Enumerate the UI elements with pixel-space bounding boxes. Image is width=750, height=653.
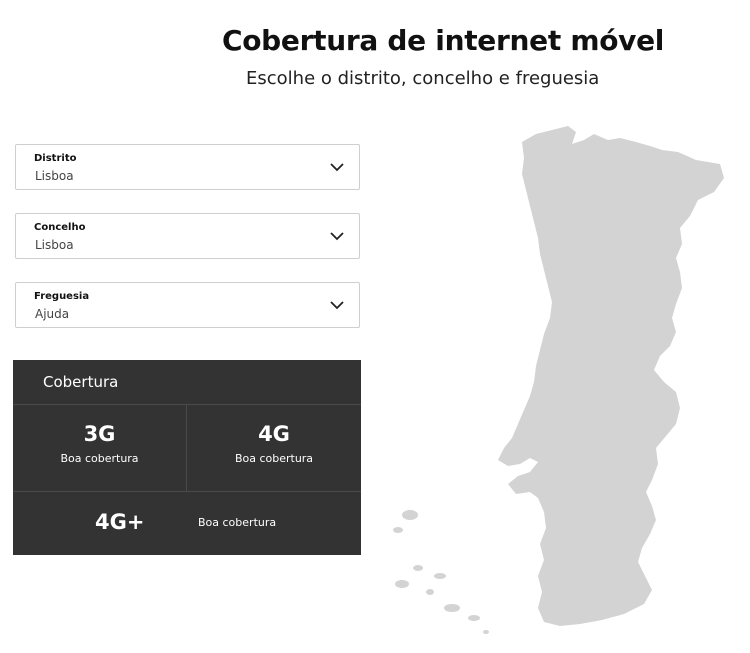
page-subtitle: Escolhe o distrito, concelho e freguesia	[246, 68, 600, 89]
map-island	[434, 573, 446, 579]
tech-status: Boa cobertura	[60, 452, 139, 465]
chevron-down-icon	[330, 301, 344, 310]
map-island	[468, 615, 480, 621]
map-island	[413, 565, 423, 571]
map-island	[395, 580, 409, 588]
concelho-value: Lisboa	[35, 238, 74, 252]
divider	[13, 404, 361, 405]
coverage-4g: 4G Boa cobertura	[187, 422, 361, 465]
map-island	[444, 604, 460, 612]
distrito-label: Distrito	[34, 153, 77, 164]
map-island	[402, 510, 418, 520]
chevron-down-icon	[330, 232, 344, 241]
coverage-3g: 3G Boa cobertura	[13, 422, 186, 465]
freguesia-value: Ajuda	[35, 307, 70, 321]
freguesia-select[interactable]: Freguesia Ajuda	[15, 282, 360, 328]
distrito-select[interactable]: Distrito Lisboa	[15, 144, 360, 190]
portugal-map-shape	[393, 126, 724, 634]
distrito-value: Lisboa	[35, 169, 74, 183]
tech-name-4g-plus: 4G+	[95, 510, 145, 534]
map-island	[426, 589, 434, 595]
concelho-select[interactable]: Concelho Lisboa	[15, 213, 360, 259]
divider	[13, 491, 361, 492]
coverage-panel: Cobertura 3G Boa cobertura 4G Boa cobert…	[13, 360, 361, 555]
portugal-map[interactable]	[380, 120, 730, 640]
freguesia-label: Freguesia	[34, 291, 90, 302]
page-title: Cobertura de internet móvel	[222, 24, 665, 57]
map-island	[393, 527, 403, 533]
tech-status-4g-plus: Boa cobertura	[198, 516, 277, 529]
tech-name: 3G	[83, 422, 116, 446]
tech-status: Boa cobertura	[234, 452, 314, 465]
concelho-label: Concelho	[34, 222, 86, 233]
coverage-title: Cobertura	[43, 373, 119, 391]
tech-name: 4G	[258, 422, 290, 446]
map-mainland	[498, 126, 724, 626]
map-island	[483, 630, 489, 634]
chevron-down-icon	[330, 163, 344, 172]
